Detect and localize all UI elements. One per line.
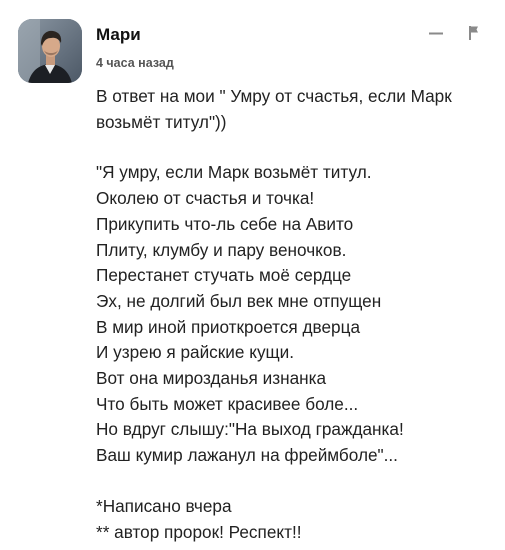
poem-line: В мир иной приоткроется дверца <box>96 316 361 337</box>
reply-line: возьмёт титул")) <box>96 111 227 132</box>
poem-line: Но вдруг слышу:"На выход гражданка! <box>96 419 404 440</box>
avatar-image <box>18 19 82 83</box>
poem-line: И узрею я райские кущи. <box>96 342 295 363</box>
comment-body: В ответ на мои " Умру от счастья, если М… <box>96 84 496 545</box>
poem-line: Вот она мирозданья изнанка <box>96 368 327 389</box>
poem-line: Плиту, клумбу и пару веночков. <box>96 239 347 260</box>
comment-card: Мари 4 часа назад В ответ на мои " Умру … <box>0 0 505 550</box>
note-line: *Написано вчера <box>96 495 232 516</box>
minus-icon[interactable] <box>427 24 445 42</box>
poem-line: Эх, не долгий был век мне отпущен <box>96 290 382 311</box>
reply-quote: В ответ на мои " Умру от счастья, если М… <box>96 84 496 135</box>
poem-line: Прикупить что-ль себе на Авито <box>96 213 354 234</box>
comment-timestamp[interactable]: 4 часа назад <box>96 55 485 71</box>
avatar[interactable] <box>18 19 82 83</box>
poem-line: "Я умру, если Марк возьмёт титул. <box>96 162 372 183</box>
poem: "Я умру, если Марк возьмёт титул. Околею… <box>96 160 496 468</box>
flag-icon[interactable] <box>465 24 483 42</box>
poem-line: Что быть может красивее боле... <box>96 393 359 414</box>
poem-line: Ваш кумир лажанул на фреймболе"... <box>96 445 398 466</box>
comment-actions <box>427 24 483 42</box>
poem-line: Перестанет стучать моё сердце <box>96 265 352 286</box>
poem-line: Околею от счастья и точка! <box>96 188 315 209</box>
reply-line: В ответ на мои " Умру от счастья, если М… <box>96 86 452 106</box>
note-line: ** автор пророк! Респект!! <box>96 521 302 542</box>
comment-notes: *Написано вчера ** автор пророк! Респект… <box>96 494 496 545</box>
